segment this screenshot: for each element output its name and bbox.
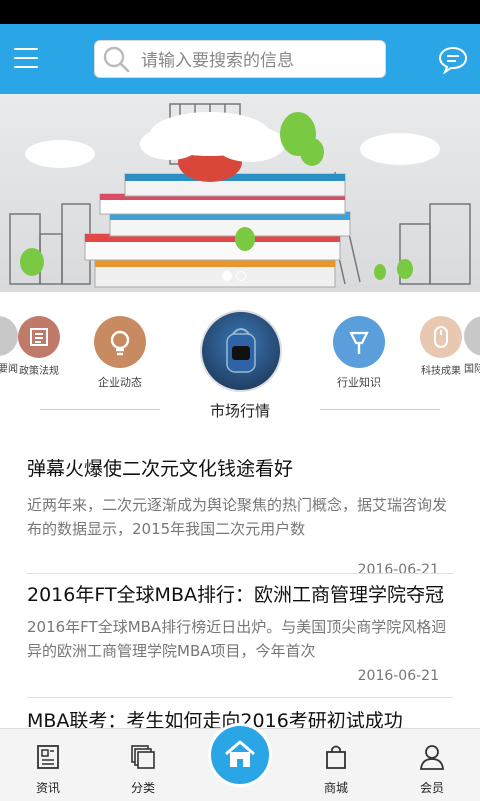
divider — [27, 573, 453, 574]
divider — [40, 409, 160, 410]
news-summary: 近两年来，二次元逐渐成为舆论聚焦的热门概念，据艾瑞咨询发布的数据显示，2015年… — [27, 496, 448, 538]
banner-carousel[interactable] — [0, 94, 480, 292]
news-title: 2016年FT全球MBA排行：欧洲工商管理学院夺冠 — [27, 584, 444, 606]
top-bar — [0, 24, 480, 94]
backpack-photo — [200, 310, 282, 392]
divider — [320, 409, 440, 410]
search-icon — [103, 46, 130, 73]
category-international[interactable]: 国际 — [464, 316, 480, 375]
home-icon — [225, 740, 255, 767]
mouse-icon — [420, 316, 462, 358]
category-knowledge[interactable]: 行业知识 — [329, 316, 389, 390]
category-strip: 要闻 政策法规 企业动态 行业知识 科技成果 国际 — [0, 300, 480, 400]
newspaper-icon — [37, 745, 59, 769]
news-date: 2016-06-21 — [357, 562, 439, 578]
home-button[interactable] — [208, 723, 272, 787]
category-enterprise[interactable]: 企业动态 — [90, 316, 150, 390]
category-market[interactable] — [200, 310, 282, 392]
menu-button[interactable] — [10, 44, 42, 72]
banner-illustration — [9, 103, 471, 288]
link-icon — [464, 316, 480, 356]
carousel-indicator — [222, 266, 250, 285]
user-icon — [420, 745, 444, 770]
search-input[interactable] — [139, 47, 373, 75]
section-title: 市场行情 — [209, 402, 270, 420]
lightbulb-icon — [94, 316, 146, 368]
divider — [27, 697, 453, 698]
shopping-bag-icon — [326, 745, 346, 769]
status-bar — [0, 0, 480, 24]
document-icon — [18, 316, 60, 358]
tab-mall[interactable]: 商城 — [306, 743, 366, 796]
tab-member[interactable]: 会员 — [402, 743, 462, 796]
news-summary: 2016年FT全球MBA排行榜近日出炉。与美国顶尖商学院风格迥异的欧洲工商管理学… — [27, 618, 447, 660]
search-box[interactable] — [94, 40, 386, 78]
tab-category[interactable]: 分类 — [113, 743, 173, 796]
news-title: 弹幕火爆使二次元文化钱途看好 — [27, 458, 294, 480]
category-tech[interactable]: 科技成果 — [418, 316, 464, 377]
section-header: 市场行情 — [0, 396, 480, 424]
news-item[interactable]: 2016年FT全球MBA排行：欧洲工商管理学院夺冠 2016年FT全球MBA排行… — [27, 580, 453, 684]
news-item[interactable]: 弹幕火爆使二次元文化钱途看好 近两年来，二次元逐渐成为舆论聚焦的热门概念，据艾瑞… — [27, 454, 453, 578]
message-icon[interactable] — [438, 44, 468, 74]
bottom-tab-bar: 资讯 分类 商城 会员 — [0, 723, 480, 801]
category-policy[interactable]: 政策法规 — [16, 316, 62, 377]
layers-icon — [131, 745, 155, 769]
tab-news[interactable]: 资讯 — [18, 743, 78, 796]
microphone-icon — [333, 316, 385, 368]
news-date: 2016-06-21 — [357, 668, 439, 684]
